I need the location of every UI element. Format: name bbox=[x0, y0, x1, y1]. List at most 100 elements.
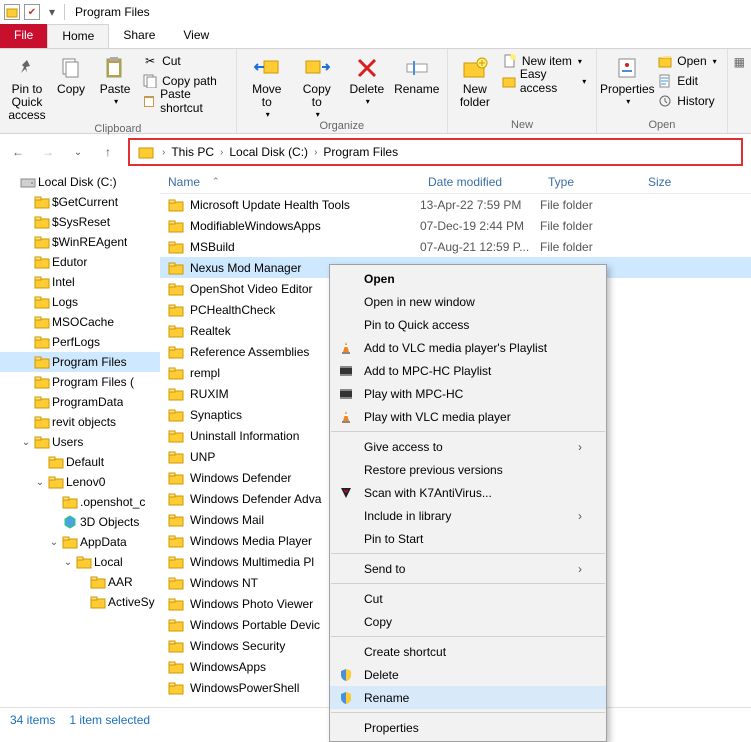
context-item[interactable]: Create shortcut bbox=[330, 640, 606, 663]
context-item[interactable]: Pin to Start bbox=[330, 527, 606, 550]
tree-node[interactable]: Default bbox=[0, 452, 160, 472]
folder-icon bbox=[34, 355, 50, 369]
context-item[interactable]: Open in new window bbox=[330, 290, 606, 313]
tab-file[interactable]: File bbox=[0, 24, 47, 48]
col-size[interactable]: Size bbox=[640, 175, 679, 189]
tree-node[interactable]: $GetCurrent bbox=[0, 192, 160, 212]
properties-button[interactable]: Properties▾ bbox=[603, 51, 651, 107]
context-item[interactable]: Add to VLC media player's Playlist bbox=[330, 336, 606, 359]
cut-button[interactable]: ✂Cut bbox=[138, 51, 230, 71]
paste-button[interactable]: Paste▾ bbox=[94, 51, 136, 107]
context-menu[interactable]: OpenOpen in new windowPin to Quick acces… bbox=[329, 264, 607, 742]
context-item[interactable]: Scan with K7AntiVirus... bbox=[330, 481, 606, 504]
tree-node[interactable]: MSOCache bbox=[0, 312, 160, 332]
qat-icon[interactable] bbox=[4, 4, 20, 20]
folder-icon bbox=[168, 387, 184, 401]
tree-node[interactable]: $SysReset bbox=[0, 212, 160, 232]
tree-node[interactable]: AAR bbox=[0, 572, 160, 592]
crumb-local-disk[interactable]: Local Disk (C:) bbox=[229, 145, 308, 159]
tree-node[interactable]: 3D Objects bbox=[0, 512, 160, 532]
context-item[interactable]: Open bbox=[330, 267, 606, 290]
back-button[interactable]: ← bbox=[8, 142, 28, 162]
tree-label: MSOCache bbox=[52, 315, 114, 329]
context-item[interactable]: Copy bbox=[330, 610, 606, 633]
tree-node[interactable]: Local Disk (C:) bbox=[0, 172, 160, 192]
move-to-button[interactable]: Move to▾ bbox=[243, 51, 291, 120]
context-item[interactable]: Send to› bbox=[330, 557, 606, 580]
folder-icon bbox=[34, 215, 50, 229]
context-item[interactable]: Give access to› bbox=[330, 435, 606, 458]
nav-tree[interactable]: Local Disk (C:)$GetCurrent$SysReset$WinR… bbox=[0, 170, 160, 707]
context-item[interactable]: Rename bbox=[330, 686, 606, 709]
file-row[interactable]: Microsoft Update Health Tools13-Apr-22 7… bbox=[160, 194, 751, 215]
history-button[interactable]: History bbox=[653, 91, 720, 111]
copy-icon bbox=[56, 55, 86, 81]
easy-access-button[interactable]: Easy access▾ bbox=[498, 71, 590, 91]
new-folder-button[interactable]: New folder bbox=[454, 51, 496, 109]
breadcrumb[interactable]: › This PC › Local Disk (C:) › Program Fi… bbox=[128, 138, 743, 166]
copy-to-button[interactable]: Copy to▾ bbox=[293, 51, 341, 120]
context-item[interactable]: Restore previous versions bbox=[330, 458, 606, 481]
file-name: Windows Portable Devic bbox=[190, 618, 320, 632]
select-grid-icon[interactable]: ▦ bbox=[734, 55, 745, 69]
column-headers[interactable]: Name⌃ Date modified Type Size bbox=[160, 170, 751, 194]
folder-icon bbox=[34, 235, 50, 249]
tree-node[interactable]: ActiveSy bbox=[0, 592, 160, 612]
edit-button[interactable]: Edit bbox=[653, 71, 720, 91]
group-label-clipboard: Clipboard bbox=[6, 123, 230, 137]
tab-home[interactable]: Home bbox=[47, 24, 109, 48]
tree-node[interactable]: $WinREAgent bbox=[0, 232, 160, 252]
context-item[interactable]: Cut bbox=[330, 587, 606, 610]
tree-node[interactable]: Logs bbox=[0, 292, 160, 312]
file-row[interactable]: MSBuild07-Aug-21 12:59 P...File folder bbox=[160, 236, 751, 257]
tree-node[interactable]: Edutor bbox=[0, 252, 160, 272]
tab-view[interactable]: View bbox=[169, 24, 223, 48]
open-button[interactable]: Open▾ bbox=[653, 51, 720, 71]
file-row[interactable]: ModifiableWindowsApps07-Dec-19 2:44 PMFi… bbox=[160, 215, 751, 236]
file-name: UNP bbox=[190, 450, 215, 464]
col-type[interactable]: Type bbox=[540, 175, 640, 189]
crumb-this-pc[interactable]: This PC bbox=[171, 145, 214, 159]
folder-icon bbox=[34, 295, 50, 309]
submenu-arrow-icon: › bbox=[578, 562, 582, 576]
qat-dropdown[interactable]: ▾ bbox=[44, 4, 60, 20]
col-name[interactable]: Name bbox=[168, 175, 200, 189]
context-item[interactable]: Play with VLC media player bbox=[330, 405, 606, 428]
file-name: Windows Defender Adva bbox=[190, 492, 321, 506]
forward-button[interactable]: → bbox=[38, 142, 58, 162]
context-item[interactable]: Delete bbox=[330, 663, 606, 686]
tree-node[interactable]: Program Files bbox=[0, 352, 160, 372]
status-selected: 1 item selected bbox=[69, 713, 150, 727]
tree-node[interactable]: ProgramData bbox=[0, 392, 160, 412]
copy-button[interactable]: Copy bbox=[50, 51, 92, 96]
tree-label: AAR bbox=[108, 575, 133, 589]
delete-button[interactable]: Delete▾ bbox=[343, 51, 391, 107]
tree-node[interactable]: ⌄AppData bbox=[0, 532, 160, 552]
tree-node[interactable]: ⌄Local bbox=[0, 552, 160, 572]
up-button[interactable]: ↑ bbox=[98, 142, 118, 162]
tree-node[interactable]: .openshot_c bbox=[0, 492, 160, 512]
tree-node[interactable]: Program Files ( bbox=[0, 372, 160, 392]
context-separator bbox=[331, 712, 605, 713]
context-item[interactable]: Add to MPC-HC Playlist bbox=[330, 359, 606, 382]
tab-share[interactable]: Share bbox=[109, 24, 169, 48]
tree-node[interactable]: ⌄Users bbox=[0, 432, 160, 452]
context-item[interactable]: Play with MPC-HC bbox=[330, 382, 606, 405]
context-item[interactable]: Pin to Quick access bbox=[330, 313, 606, 336]
pin-to-quick-access-button[interactable]: Pin to Quick access bbox=[6, 51, 48, 123]
move-to-icon bbox=[252, 55, 282, 81]
ribbon-group-clipboard: Pin to Quick access Copy Paste▾ ✂Cut Cop… bbox=[0, 49, 237, 133]
rename-button[interactable]: Rename bbox=[393, 51, 441, 96]
recent-dropdown[interactable]: ⌄ bbox=[68, 142, 88, 162]
paste-shortcut-button[interactable]: Paste shortcut bbox=[138, 91, 230, 111]
tree-node[interactable]: ⌄Lenov0 bbox=[0, 472, 160, 492]
col-date[interactable]: Date modified bbox=[420, 175, 540, 189]
tree-node[interactable]: revit objects bbox=[0, 412, 160, 432]
file-name: Nexus Mod Manager bbox=[190, 261, 301, 275]
tree-node[interactable]: Intel bbox=[0, 272, 160, 292]
crumb-program-files[interactable]: Program Files bbox=[323, 145, 398, 159]
qat-checkbox[interactable]: ✔ bbox=[24, 4, 40, 20]
context-item[interactable]: Include in library› bbox=[330, 504, 606, 527]
tree-node[interactable]: PerfLogs bbox=[0, 332, 160, 352]
context-item[interactable]: Properties bbox=[330, 716, 606, 739]
